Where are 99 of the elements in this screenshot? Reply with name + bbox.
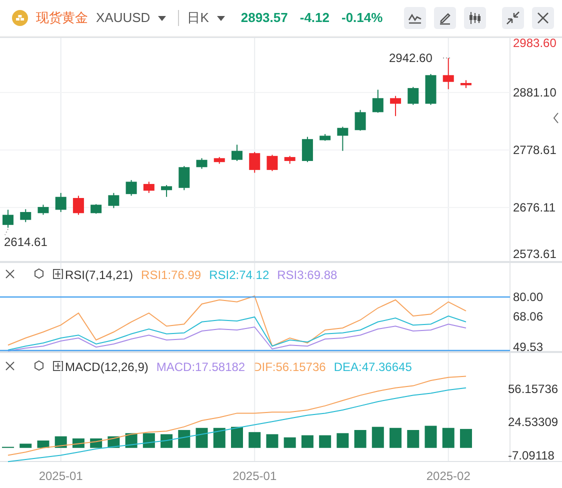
indicator-value: RSI3:69.88 <box>277 268 338 282</box>
rsi-axis-label: 80.00 <box>513 290 544 304</box>
candle <box>354 109 366 132</box>
expand-icon[interactable] <box>53 269 63 279</box>
candle <box>460 80 472 89</box>
coin-icon <box>12 10 28 26</box>
price-axis-label: 2676.11 <box>513 200 556 214</box>
candle <box>302 136 313 163</box>
low-price-label: 2614.61 <box>4 235 48 249</box>
high-price-label: 2942.60 <box>389 51 432 65</box>
candle <box>38 204 49 216</box>
candle <box>284 155 296 164</box>
candle <box>390 95 402 117</box>
rsi-axis-label: 68.06 <box>513 310 544 324</box>
close-icon[interactable] <box>6 270 14 278</box>
draw-button[interactable] <box>434 7 456 29</box>
histogram-bar <box>319 435 332 448</box>
candle <box>178 166 190 191</box>
histogram-bar <box>284 437 296 448</box>
candle <box>20 208 32 223</box>
period-dropdown[interactable]: 日K <box>187 8 209 28</box>
histogram-bar <box>442 428 454 448</box>
histogram-bar <box>231 426 243 448</box>
caret-icon[interactable] <box>216 16 225 20</box>
histogram-bar <box>160 434 173 448</box>
macd-axis-label: 24.53309 <box>508 415 558 430</box>
price-axis-label: 2573.61 <box>513 247 556 261</box>
candle <box>196 158 208 170</box>
indicator-title: RSI(7,14,21) <box>65 268 134 282</box>
percent-change: -0.14% <box>342 9 383 28</box>
candle <box>55 192 66 213</box>
pencil-icon[interactable] <box>438 11 452 25</box>
histogram-bar <box>20 444 32 448</box>
collapse-button[interactable] <box>502 7 524 29</box>
leader-line <box>4 228 8 236</box>
date-axis-label: 2025-01 <box>232 469 277 483</box>
symbol-dropdown[interactable]: XAUUSD <box>96 8 150 28</box>
indicator-value: RSI2:74.12 <box>209 268 270 282</box>
histogram-bar <box>336 433 349 448</box>
indicator-button[interactable] <box>404 7 426 29</box>
histogram-bar <box>196 428 208 448</box>
caret-icon[interactable] <box>158 16 166 20</box>
indicator-value: RSI1:76.99 <box>141 268 202 282</box>
line-chart-icon[interactable] <box>408 11 422 25</box>
histogram-bar <box>372 426 384 448</box>
last-price: 2893.57 <box>240 9 288 28</box>
histogram-bar <box>54 436 67 448</box>
date-axis-label: 2025-01 <box>38 469 83 483</box>
macd-axis-label: 56.15736 <box>508 382 558 396</box>
candle <box>108 192 120 209</box>
settings-icon[interactable] <box>34 360 44 371</box>
candle <box>249 152 260 174</box>
indicator-value: DEA:47.36645 <box>334 360 412 374</box>
candle <box>214 156 225 164</box>
candle <box>143 181 154 194</box>
histogram-bar <box>390 428 402 448</box>
indicator-title: MACD(12,26,9) <box>65 360 148 374</box>
candle <box>266 154 278 172</box>
candle <box>408 86 419 106</box>
close-button[interactable] <box>532 7 554 29</box>
histogram-bar <box>266 434 278 448</box>
candle <box>161 184 172 198</box>
histogram-bar <box>424 426 437 448</box>
histogram-bar <box>37 440 50 448</box>
candle <box>337 126 348 152</box>
candle <box>442 57 454 90</box>
expand-icon[interactable] <box>53 361 63 371</box>
date-axis-label: 2025-02 <box>426 469 470 483</box>
candle <box>90 204 102 214</box>
price-axis-label: 2778.61 <box>513 142 556 157</box>
close-icon[interactable] <box>6 362 14 370</box>
candle <box>320 134 331 142</box>
candle <box>2 209 14 228</box>
histogram-bar <box>354 430 366 448</box>
chart-type-button[interactable] <box>464 7 486 29</box>
candle <box>372 89 384 114</box>
candlestick-icon[interactable] <box>468 11 482 25</box>
indicator-value: MACD:17.58182 <box>156 360 246 374</box>
histogram-bar <box>142 433 155 448</box>
rsi-axis-label: 49.53 <box>513 340 544 354</box>
histogram-bar <box>301 435 314 448</box>
settings-icon[interactable] <box>34 268 44 279</box>
price-axis-label: 2881.10 <box>513 85 556 100</box>
price-change: -4.12 <box>300 9 330 28</box>
candle <box>425 74 436 106</box>
indicator-value: DIF:56.15736 <box>253 360 326 374</box>
histogram-bar <box>460 428 472 448</box>
expand-icon[interactable] <box>553 112 558 124</box>
histogram-bar <box>248 432 261 448</box>
close-icon[interactable] <box>537 12 549 24</box>
candle <box>232 144 242 162</box>
price-axis-label: 2983.60 <box>513 37 556 50</box>
histogram-bar <box>178 430 190 448</box>
candle <box>126 180 137 196</box>
histogram-bar <box>407 430 420 448</box>
collapse-icon[interactable] <box>506 11 520 25</box>
candle <box>72 195 84 216</box>
macd-axis-label: -7.09118 <box>508 448 554 462</box>
histogram-bar <box>213 428 226 448</box>
